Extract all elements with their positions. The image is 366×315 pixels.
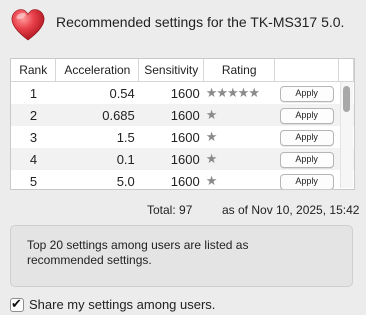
cell-rating: ★ [203,148,275,170]
cell-apply: Apply [274,148,339,170]
last-updated-timestamp: as of Nov 10, 2025, 15:42 [222,203,360,217]
cell-rank: 1 [11,81,56,104]
cell-acceleration: 0.54 [55,81,139,104]
cell-apply: Apply [274,104,339,126]
apply-button[interactable]: Apply [279,108,334,124]
share-settings-label[interactable]: Share my settings among users. [29,297,215,312]
column-header-acceleration[interactable]: Acceleration [55,59,140,82]
header: Recommended settings for the TK-MS317 5.… [10,8,360,44]
column-header-sensitivity[interactable]: Sensitivity [138,59,205,82]
scrollbar-thumb[interactable] [343,86,350,112]
apply-button[interactable]: Apply [279,86,334,102]
page-title: Recommended settings for the TK-MS317 5.… [56,14,345,30]
cell-rating: ★★★★★ [203,81,275,104]
table-scrollbar[interactable] [340,82,353,188]
apply-button[interactable]: Apply [279,130,334,146]
rating-star-icon: ★ [205,129,218,144]
table-row[interactable]: 5 5.0 1600 ★ Apply [11,170,354,189]
cell-apply: Apply [274,126,339,148]
share-settings-checkbox[interactable]: ✔ [10,296,24,312]
cell-sensitivity: 1600 [138,148,204,170]
rating-stars-icon: ★★★★★ [205,85,260,100]
rating-star-icon: ★ [205,173,218,188]
cell-sensitivity: 1600 [138,104,204,126]
cell-sensitivity: 1600 [138,170,204,189]
rating-star-icon: ★ [205,151,218,166]
table-row[interactable]: 2 0.685 1600 ★ Apply [11,104,354,126]
table-row[interactable]: 4 0.1 1600 ★ Apply [11,148,354,170]
checkmark-icon: ✔ [11,296,22,311]
cell-acceleration: 5.0 [55,170,139,189]
cell-rank: 5 [11,170,56,189]
info-text: Top 20 settings among users are listed a… [27,238,249,267]
total-count: Total: 97 [147,203,193,217]
apply-button[interactable]: Apply [279,174,334,189]
cell-acceleration: 1.5 [55,126,139,148]
cell-rating: ★ [203,126,275,148]
settings-table: Rank Acceleration Sensitivity Rating 1 0… [10,58,355,190]
column-header-apply[interactable] [274,59,340,82]
cell-rank: 2 [11,104,56,126]
cell-apply: Apply [274,81,339,104]
cell-acceleration: 0.1 [55,148,139,170]
table-row[interactable]: 3 1.5 1600 ★ Apply [11,126,354,148]
rating-star-icon: ★ [205,107,218,122]
heart-icon [11,9,45,41]
table-row[interactable]: 1 0.54 1600 ★★★★★ Apply [11,81,354,104]
cell-apply: Apply [274,170,339,189]
column-header-rating[interactable]: Rating [203,59,276,82]
cell-sensitivity: 1600 [138,81,204,104]
cell-rank: 3 [11,126,56,148]
info-panel: Top 20 settings among users are listed a… [10,225,353,287]
column-header-rank[interactable]: Rank [11,59,57,82]
cell-acceleration: 0.685 [55,104,139,126]
column-header-corner [338,59,354,82]
cell-rating: ★ [203,170,275,189]
cell-rating: ★ [203,104,275,126]
table-header: Rank Acceleration Sensitivity Rating [11,59,354,82]
cell-sensitivity: 1600 [138,126,204,148]
cell-rank: 4 [11,148,56,170]
apply-button[interactable]: Apply [279,152,334,168]
